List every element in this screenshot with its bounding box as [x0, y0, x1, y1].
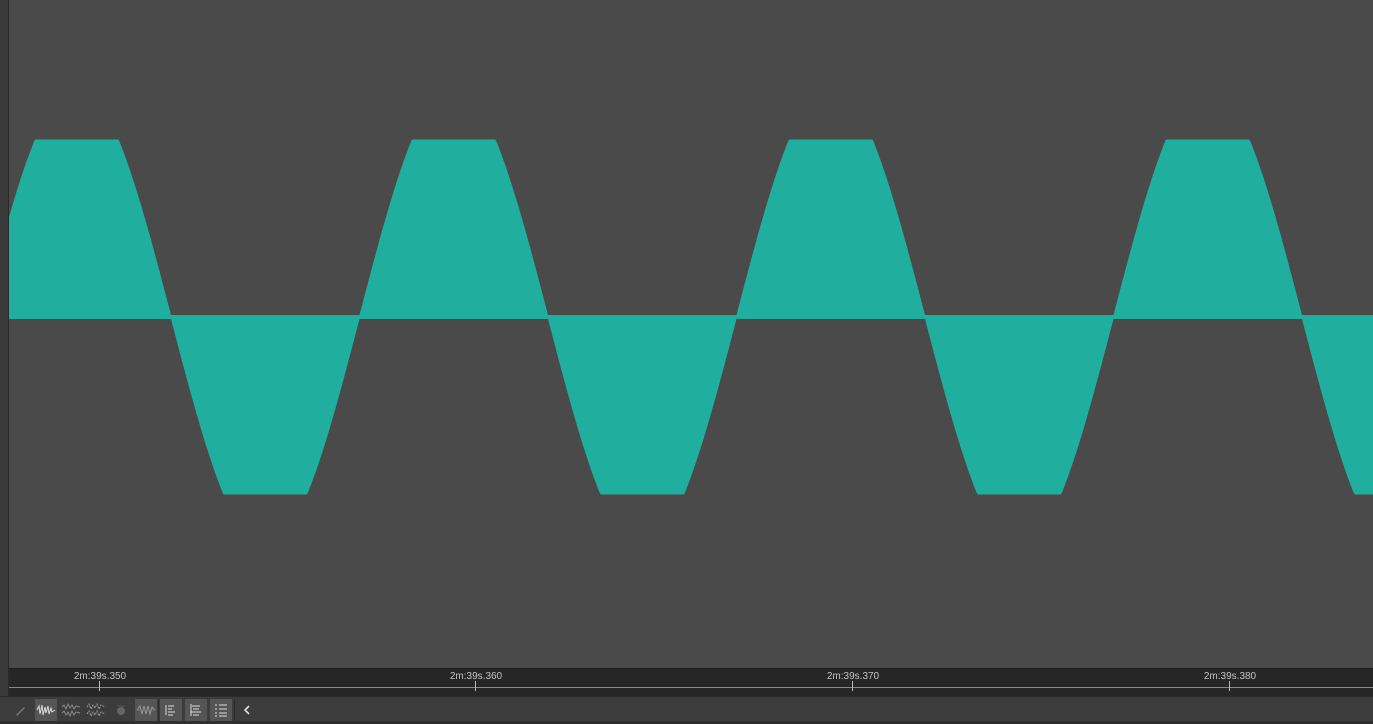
waveform-split-view-button[interactable]: [60, 699, 82, 721]
ruler-tick-label: 2m:39s.350: [73, 671, 127, 682]
ruler-tick: [852, 681, 853, 691]
waveform-stereo-icon: [86, 703, 106, 717]
waveform-centerline: [9, 315, 1373, 319]
pencil-tool-button[interactable]: [10, 699, 32, 721]
ruler-tick: [1229, 681, 1230, 691]
bottom-toolbar: [0, 696, 1373, 724]
chevron-left-icon: [243, 705, 250, 715]
align-center-button[interactable]: [185, 699, 207, 721]
left-gutter: ⟋: [0, 0, 9, 724]
waveform-view-button[interactable]: [35, 699, 57, 721]
ruler-tick-label: 2m:39s.380: [1203, 671, 1257, 682]
toolbar-separator: [158, 699, 159, 721]
waveform-overview-icon: [136, 704, 156, 716]
align-center-icon: [190, 704, 201, 716]
waveform-svg: [9, 139, 1373, 495]
pencil-icon: [16, 707, 25, 716]
align-left-button[interactable]: [160, 699, 182, 721]
ruler-tick-label: 2m:39s.370: [826, 671, 880, 682]
ruler-tick-label: 2m:39s.360: [449, 671, 503, 682]
ruler-tick: [99, 681, 100, 691]
marker-button[interactable]: [110, 699, 132, 721]
list-view-button[interactable]: [210, 699, 232, 721]
waveform-overview-button[interactable]: [135, 699, 157, 721]
waveform-stereo-view-button[interactable]: [85, 699, 107, 721]
toolbar-separator: [234, 699, 235, 721]
list-icon: [215, 704, 227, 717]
collapse-toolbar-button[interactable]: [236, 699, 258, 721]
audio-editor: ⟋ 2m:39s.350 2m:39s.360 2m:39s.370 2m:39…: [0, 0, 1373, 724]
timeline-ruler[interactable]: 2m:39s.350 2m:39s.360 2m:39s.370 2m:39s.…: [9, 668, 1373, 697]
ruler-baseline: [9, 687, 1373, 688]
ruler-tick: [475, 681, 476, 691]
marker-icon: [117, 705, 125, 715]
waveform-icon: [36, 704, 56, 716]
waveform-split-icon: [61, 703, 81, 717]
align-left-icon: [165, 705, 175, 716]
waveform-canvas[interactable]: [9, 0, 1373, 668]
